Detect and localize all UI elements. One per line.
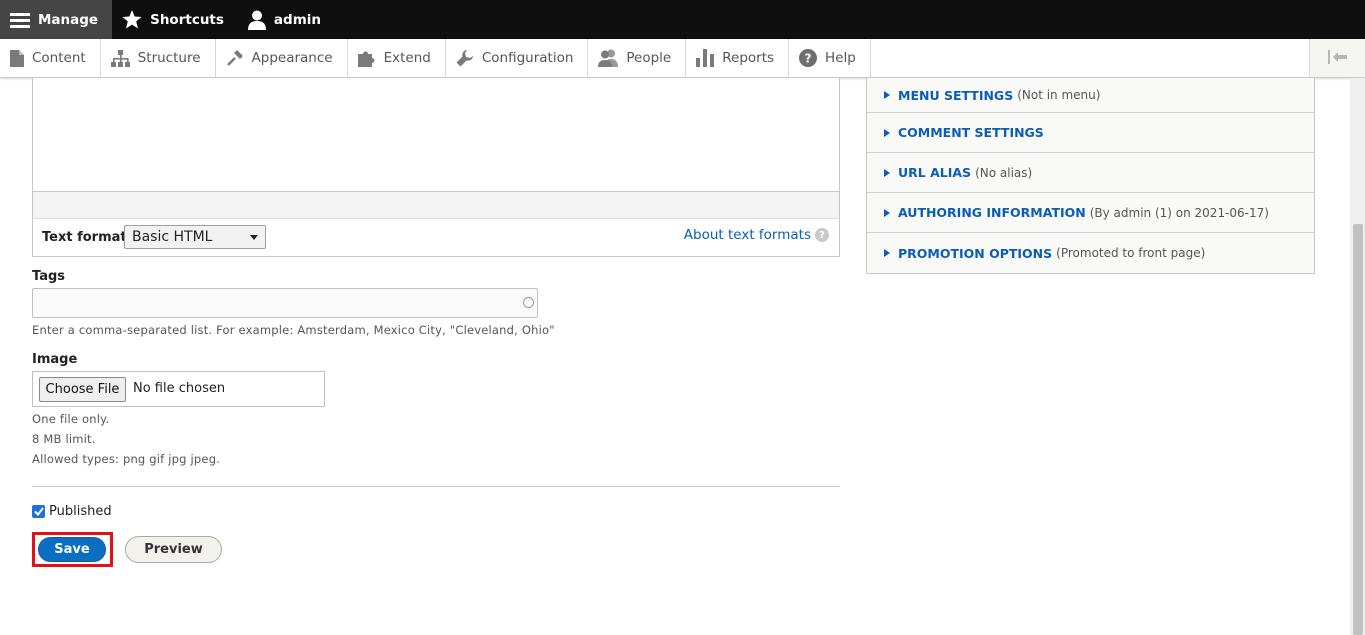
tags-description: Enter a comma-separated list. For exampl… xyxy=(32,323,555,337)
preview-button[interactable]: Preview xyxy=(125,536,222,563)
text-format-value: Basic HTML xyxy=(132,229,213,245)
section-summary: (Promoted to front page) xyxy=(1056,246,1206,260)
tray-item-label: Configuration xyxy=(481,50,574,66)
question-icon: ? xyxy=(815,228,829,242)
image-help-types: Allowed types: png gif jpg jpeg. xyxy=(32,452,221,466)
tray-item-help[interactable]: ? Help xyxy=(789,39,871,77)
tray-item-label: Structure xyxy=(137,50,201,66)
tray-item-label: People xyxy=(626,50,672,66)
autocomplete-icon xyxy=(523,297,534,308)
editor-status-bar xyxy=(32,191,840,219)
section-title: PROMOTION OPTIONS xyxy=(898,245,1053,261)
image-help-size: 8 MB limit. xyxy=(32,432,96,446)
collapse-arrow-icon xyxy=(1327,49,1348,68)
svg-text:?: ? xyxy=(805,52,812,66)
shortcuts-tab[interactable]: Shortcuts xyxy=(112,0,238,39)
published-label: Published xyxy=(49,504,112,519)
tray-item-structure[interactable]: Structure xyxy=(101,39,216,77)
menu-settings-section[interactable]: MENU SETTINGS (Not in menu) xyxy=(867,78,1314,113)
triangle-right-icon xyxy=(884,208,890,217)
tray-item-extend[interactable]: Extend xyxy=(348,39,446,77)
user-label: admin xyxy=(273,11,322,28)
triangle-right-icon xyxy=(884,168,890,177)
save-button[interactable]: Save xyxy=(38,537,106,562)
tray-item-content[interactable]: Content xyxy=(0,39,101,77)
admin-tray: Content Structure Appearance Extend Conf… xyxy=(0,39,1365,78)
bar-chart-icon xyxy=(696,49,715,67)
about-text-formats-text: About text formats xyxy=(683,227,811,243)
url-alias-section[interactable]: URL ALIAS (No alias) xyxy=(867,153,1314,193)
manage-label: Manage xyxy=(38,11,99,28)
admin-toolbar: Manage Shortcuts admin xyxy=(0,0,1365,39)
help-icon: ? xyxy=(799,49,818,67)
people-icon xyxy=(598,49,619,67)
chevron-down-icon xyxy=(250,235,258,240)
shortcuts-label: Shortcuts xyxy=(150,11,224,28)
tags-label: Tags xyxy=(32,269,66,284)
tray-item-appearance[interactable]: Appearance xyxy=(216,39,348,77)
text-format-label: Text format xyxy=(42,230,127,245)
image-file-input[interactable]: Choose File No file chosen xyxy=(32,371,325,407)
authoring-information-section[interactable]: AUTHORING INFORMATION (By admin (1) on 2… xyxy=(867,193,1314,233)
published-checkbox[interactable] xyxy=(32,505,45,518)
text-format-select[interactable]: Basic HTML xyxy=(124,225,266,249)
section-title: AUTHORING INFORMATION xyxy=(898,205,1086,220)
page-scrollbar[interactable] xyxy=(1350,78,1365,635)
hamburger-icon xyxy=(10,12,30,28)
section-summary: (No alias) xyxy=(975,165,1033,180)
published-checkbox-wrapper[interactable]: Published xyxy=(32,504,112,519)
tray-item-label: Help xyxy=(825,50,856,66)
tray-item-people[interactable]: People xyxy=(588,39,687,77)
tray-item-reports[interactable]: Reports xyxy=(686,39,790,77)
tray-item-label: Extend xyxy=(383,50,431,66)
wrench-icon xyxy=(456,49,474,67)
image-help-count: One file only. xyxy=(32,412,110,426)
section-title: MENU SETTINGS xyxy=(898,87,1014,103)
file-status: No file chosen xyxy=(133,381,226,396)
tray-item-configuration[interactable]: Configuration xyxy=(446,39,589,77)
tray-item-label: Reports xyxy=(722,50,775,66)
body-editor-area[interactable] xyxy=(32,78,840,192)
collapse-tray-button[interactable] xyxy=(1309,39,1365,77)
about-text-formats-link[interactable]: About text formats ? xyxy=(684,227,829,243)
image-label: Image xyxy=(32,352,78,367)
text-format-wrapper: Text format Basic HTML About text format… xyxy=(32,218,840,257)
tray-item-label: Appearance xyxy=(251,50,333,66)
triangle-right-icon xyxy=(884,128,890,137)
sitemap-icon xyxy=(110,49,130,67)
star-icon xyxy=(122,10,142,29)
save-highlight-frame: Save xyxy=(32,532,113,567)
section-title: URL ALIAS xyxy=(898,165,972,180)
puzzle-icon xyxy=(357,49,376,67)
section-summary: (By admin (1) on 2021-06-17) xyxy=(1089,205,1269,220)
manage-tab[interactable]: Manage xyxy=(0,0,113,39)
form-divider xyxy=(32,486,840,487)
tray-item-label: Content xyxy=(32,50,86,66)
checkmark-icon xyxy=(33,507,44,516)
choose-file-button[interactable]: Choose File xyxy=(39,377,126,402)
tags-input[interactable] xyxy=(32,288,538,318)
scrollbar-thumb[interactable] xyxy=(1353,224,1363,635)
section-title: COMMENT SETTINGS xyxy=(898,125,1044,140)
triangle-right-icon xyxy=(884,91,890,99)
node-settings-sidebar: MENU SETTINGS (Not in menu) COMMENT SETT… xyxy=(866,78,1315,274)
document-icon xyxy=(10,49,24,67)
promotion-options-section[interactable]: PROMOTION OPTIONS (Promoted to front pag… xyxy=(867,233,1314,273)
section-summary: (Not in menu) xyxy=(1017,88,1101,102)
comment-settings-section[interactable]: COMMENT SETTINGS xyxy=(867,113,1314,153)
paintbrush-icon xyxy=(226,49,244,67)
user-tab[interactable]: admin xyxy=(238,0,335,39)
user-icon xyxy=(247,10,266,30)
triangle-right-icon xyxy=(884,249,890,257)
